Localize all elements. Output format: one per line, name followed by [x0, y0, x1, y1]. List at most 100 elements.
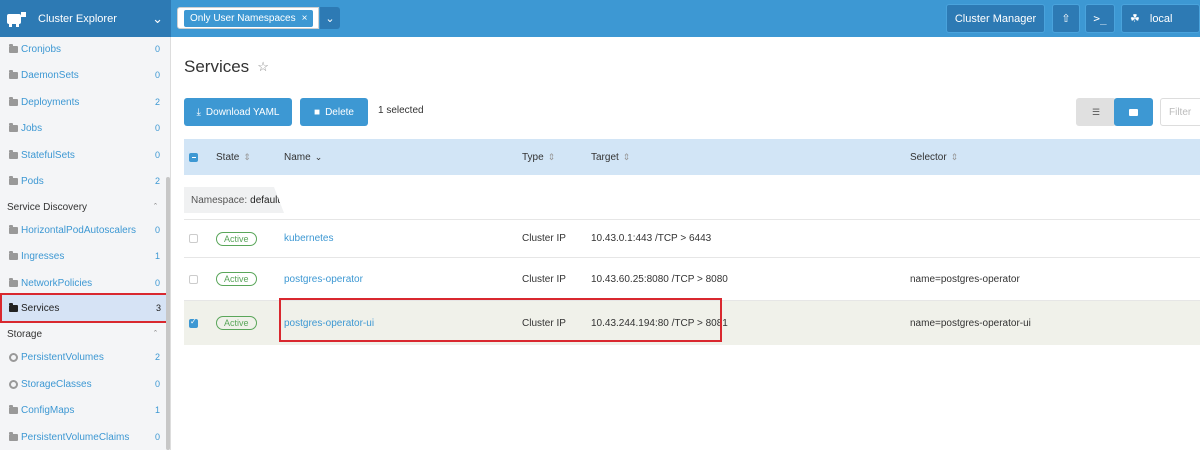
checkbox-icon — [189, 274, 198, 284]
service-name-link[interactable]: postgres-operator — [284, 258, 363, 300]
flat-list-toggle[interactable]: ☰ — [1076, 98, 1116, 126]
column-target[interactable]: Target ⇕ — [591, 139, 630, 175]
sidebar-scrollbar[interactable] — [166, 177, 170, 450]
sidebar-item-count: 2 — [154, 97, 160, 107]
row-checkbox[interactable] — [189, 301, 198, 345]
column-type[interactable]: Type ⇕ — [522, 139, 555, 175]
sidebar-item-label: PersistentVolumeClaims — [21, 431, 130, 443]
sidebar-item-label: StatefulSets — [21, 149, 75, 161]
sidebar-item-count: 1 — [154, 251, 160, 261]
target-cell: 10.43.0.1:443 /TCP > 6443 — [591, 233, 712, 244]
rancher-logo-icon — [4, 8, 30, 30]
cluster-switcher[interactable]: ☘ local — [1121, 4, 1200, 33]
cluster-explorer-menu[interactable]: Cluster Explorer ⌄ — [0, 0, 171, 37]
upload-icon: ⇧ — [1061, 13, 1071, 25]
table-row[interactable]: Active postgres-operator Cluster IP 10.4… — [184, 257, 1200, 300]
sidebar-item-ingresses[interactable]: Ingresses 1 — [0, 246, 166, 266]
sidebar-item-cronjobs[interactable]: Cronjobs 0 — [0, 39, 166, 59]
checkbox-checked-icon — [189, 317, 198, 328]
column-label: Target — [591, 151, 619, 163]
folder-icon — [9, 69, 18, 79]
sidebar-item-label: NetworkPolicies — [21, 277, 93, 289]
folder-icon — [9, 175, 18, 185]
delete-button[interactable]: ■ Delete — [300, 98, 368, 126]
sidebar-group-service-discovery[interactable]: Service Discovery ˆ — [0, 197, 166, 217]
sidebar-item-pods[interactable]: Pods 2 — [0, 171, 166, 191]
sidebar-item-label: DaemonSets — [21, 69, 79, 81]
kubectl-shell-button[interactable]: >_ — [1085, 4, 1115, 33]
sidebar-item-networkpolicies[interactable]: NetworkPolicies 0 — [0, 273, 166, 293]
sidebar-item-count: 0 — [154, 432, 160, 442]
sidebar-item-count: 2 — [154, 352, 160, 362]
namespace-filter[interactable]: Only User Namespaces × — [177, 7, 319, 29]
chevron-down-icon: ⌄ — [152, 10, 163, 26]
namespace-group-label: Namespace: default — [184, 187, 284, 213]
sidebar-item-label: Pods — [21, 175, 44, 187]
group-prefix: Namespace: — [191, 194, 248, 206]
filter-input[interactable]: Filter — [1160, 98, 1200, 126]
cluster-icon: ☘ — [1130, 13, 1140, 25]
sidebar-item-daemonsets[interactable]: DaemonSets 0 — [0, 65, 166, 85]
star-icon[interactable]: ☆ — [257, 59, 269, 75]
folder-icon — [9, 404, 18, 414]
namespace-tag: Only User Namespaces × — [184, 9, 314, 27]
sidebar-item-storageclasses[interactable]: StorageClasses 0 — [0, 374, 166, 394]
sort-icon: ⇕ — [243, 151, 251, 162]
sidebar-item-configmaps[interactable]: ConfigMaps 1 — [0, 400, 166, 420]
folder-icon — [9, 96, 18, 106]
sidebar-item-count: 0 — [154, 150, 160, 160]
download-yaml-button[interactable]: ⤓ Download YAML — [184, 98, 292, 126]
selector-cell: name=postgres-operator-ui — [910, 317, 1031, 329]
cluster-manager-button[interactable]: Cluster Manager — [946, 4, 1045, 33]
row-checkbox[interactable] — [189, 258, 198, 300]
table-header: State ⇕ Name ⌄ Type ⇕ Target ⇕ Selector ⇕ — [184, 139, 1200, 175]
delete-label: Delete — [325, 106, 354, 118]
download-yaml-label: Download YAML — [205, 106, 280, 118]
filter-placeholder: Filter — [1169, 106, 1192, 118]
column-state[interactable]: State ⇕ — [216, 139, 251, 175]
sort-icon: ⇕ — [547, 151, 556, 162]
sidebar-item-count: 3 — [155, 303, 161, 313]
column-name[interactable]: Name ⌄ — [284, 139, 322, 175]
sidebar-item-statefulsets[interactable]: StatefulSets 0 — [0, 145, 166, 165]
group-label: Service Discovery — [7, 201, 88, 213]
row-checkbox[interactable] — [189, 220, 198, 257]
sidebar-item-hpa[interactable]: HorizontalPodAutoscalers 0 — [0, 220, 166, 240]
upload-button[interactable]: ⇧ — [1052, 4, 1080, 33]
sidebar-group-storage[interactable]: Storage ˆ — [0, 324, 166, 344]
checkbox-minus-icon — [189, 152, 198, 162]
sidebar-item-services[interactable]: Services 3 — [0, 293, 169, 323]
globe-icon — [9, 379, 18, 389]
namespace-group: Namespace: default — [184, 187, 1200, 219]
folder-icon — [9, 302, 18, 312]
sidebar-item-deployments[interactable]: Deployments 2 — [0, 92, 166, 112]
sidebar-item-count: 0 — [154, 70, 160, 80]
type-cell: Cluster IP — [522, 273, 566, 285]
trash-icon: ■ — [314, 106, 321, 118]
folder-icon — [9, 431, 18, 441]
sidebar-item-persistentvolumes[interactable]: PersistentVolumes 2 — [0, 347, 166, 367]
sidebar-item-jobs[interactable]: Jobs 0 — [0, 118, 166, 138]
column-label: Type — [522, 151, 544, 163]
checkbox-icon — [189, 234, 198, 243]
status-badge: Active — [216, 272, 257, 286]
page-title-text: Services — [184, 57, 250, 76]
folder-icon — [9, 224, 18, 234]
namespace-tag-label: Only User Namespaces — [190, 12, 296, 24]
select-all-checkbox[interactable] — [189, 139, 198, 175]
column-selector[interactable]: Selector ⇕ — [910, 139, 958, 175]
service-name-link[interactable]: kubernetes — [284, 220, 333, 257]
sidebar-item-pvc[interactable]: PersistentVolumeClaims 0 — [0, 427, 166, 447]
sidebar-item-count: 0 — [154, 44, 160, 54]
sort-icon: ⇕ — [950, 151, 959, 162]
sort-icon: ⌄ — [314, 151, 323, 162]
remove-tag-icon[interactable]: × — [302, 13, 308, 24]
column-label: State — [216, 151, 240, 163]
folder-icon — [9, 250, 18, 260]
namespace-dropdown-button[interactable]: ⌄ — [320, 7, 340, 29]
group-by-namespace-toggle[interactable] — [1114, 98, 1153, 126]
terminal-icon: >_ — [1093, 12, 1107, 25]
list-icon: ☰ — [1091, 106, 1101, 117]
table-row[interactable]: Active kubernetes Cluster IP 10.43.0.1:4… — [184, 219, 1200, 257]
state-cell: Active — [216, 220, 257, 257]
